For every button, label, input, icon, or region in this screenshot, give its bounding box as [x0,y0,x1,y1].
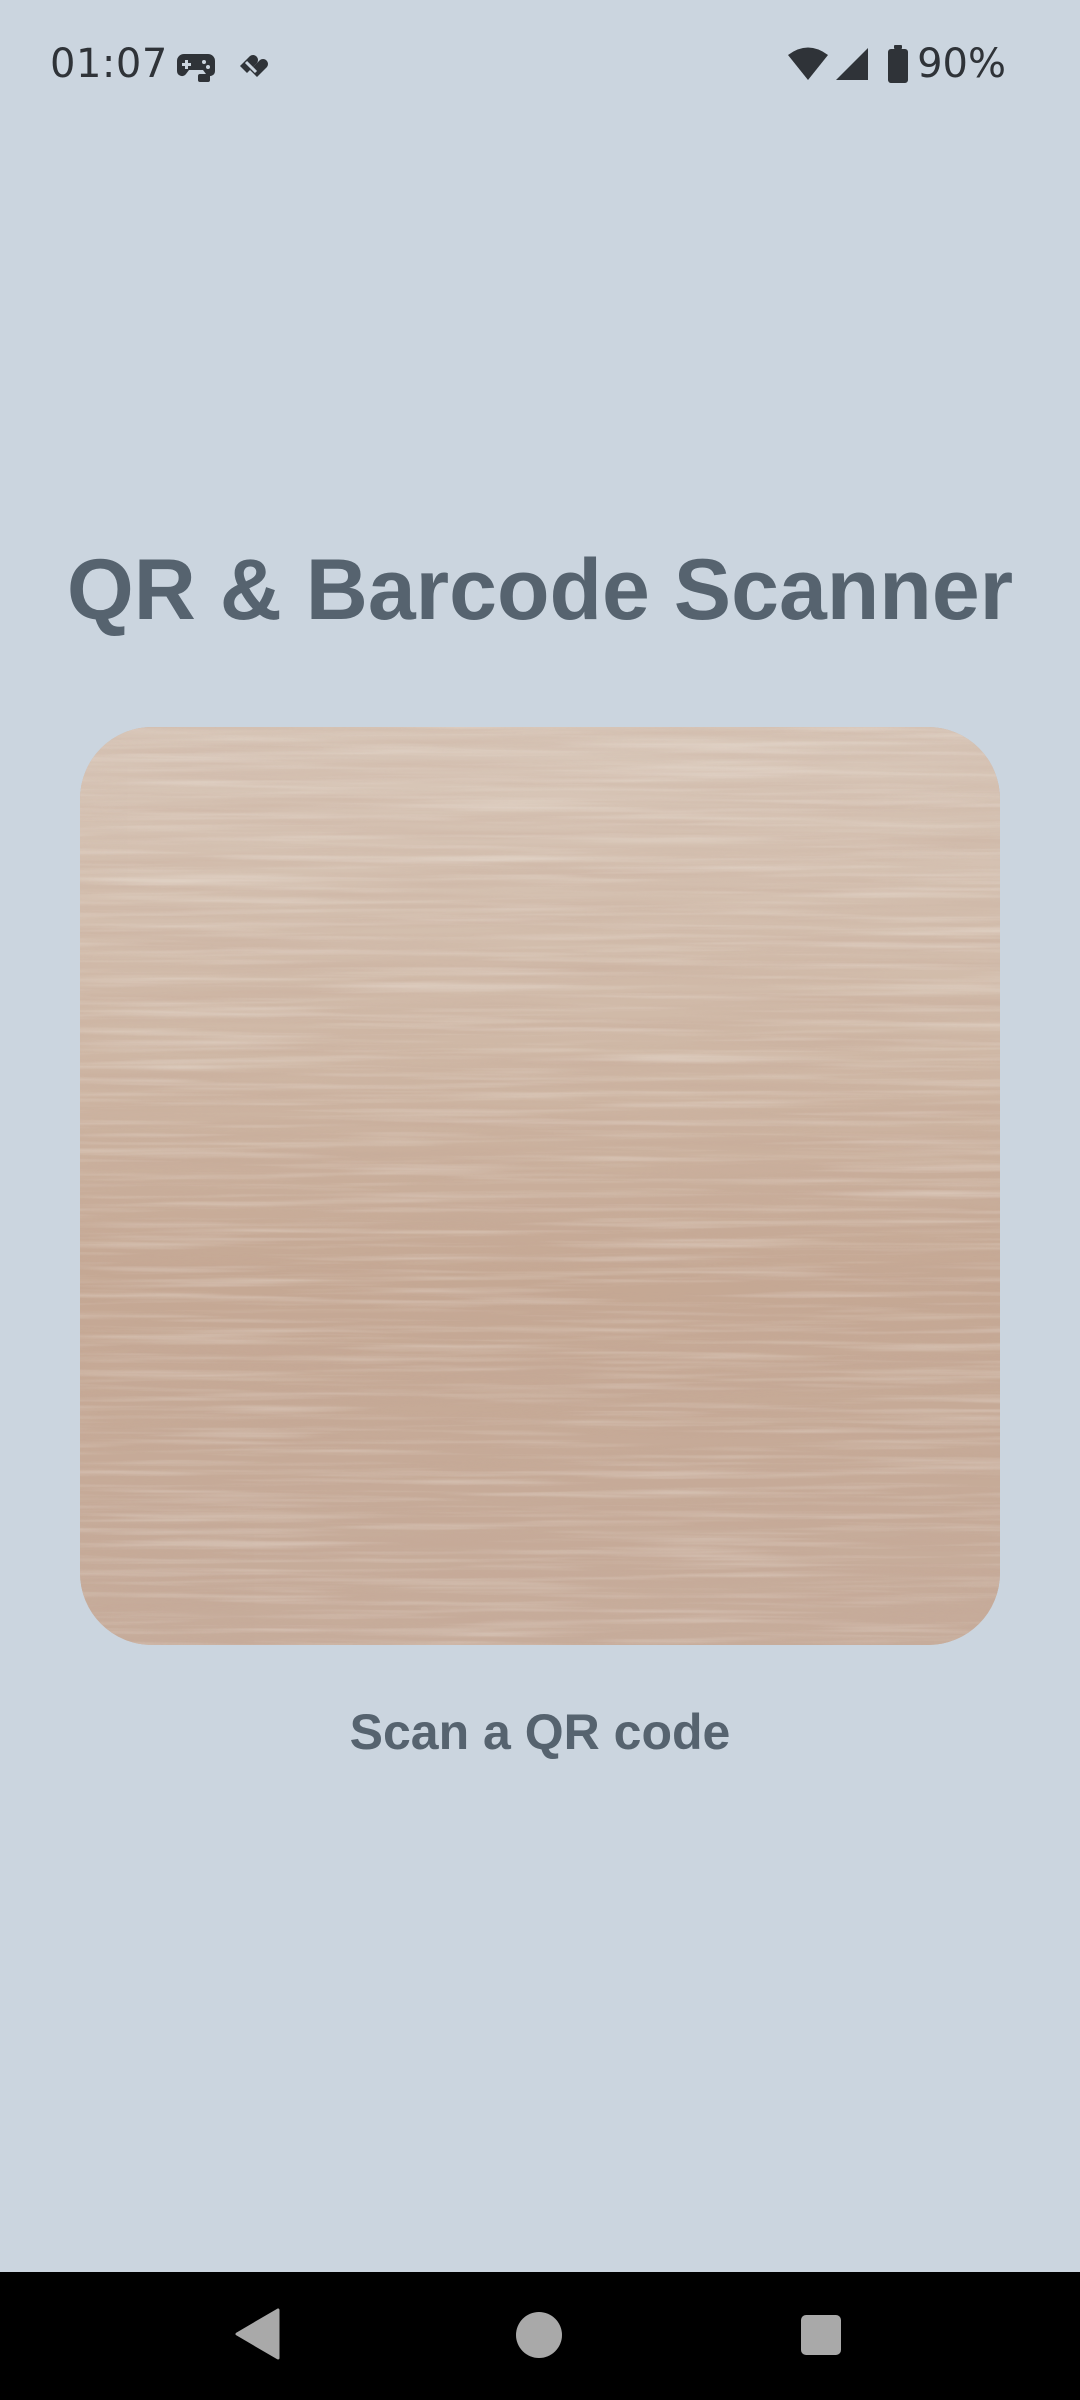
battery-icon [888,45,909,83]
status-time: 01:07 [50,41,168,87]
status-system-icons: 90% [787,40,1006,88]
cell-signal-icon [836,48,869,80]
recents-icon[interactable] [801,2315,841,2355]
status-bar: 01:07 90% [0,0,1080,128]
page-title: QR & Barcode Scanner [66,542,1014,638]
wifi-icon [788,47,829,80]
health-app-icon [240,54,268,77]
camera-preview[interactable] [80,727,1000,1645]
camera-feed-image [80,727,1000,1645]
navigation-bar [0,2272,1080,2400]
battery-percentage: 90% [917,41,1006,87]
home-icon[interactable] [516,2312,562,2358]
back-icon[interactable] [234,2308,280,2360]
game-controller-icon [177,54,215,82]
scan-instruction: Scan a QR code [349,1704,731,1760]
